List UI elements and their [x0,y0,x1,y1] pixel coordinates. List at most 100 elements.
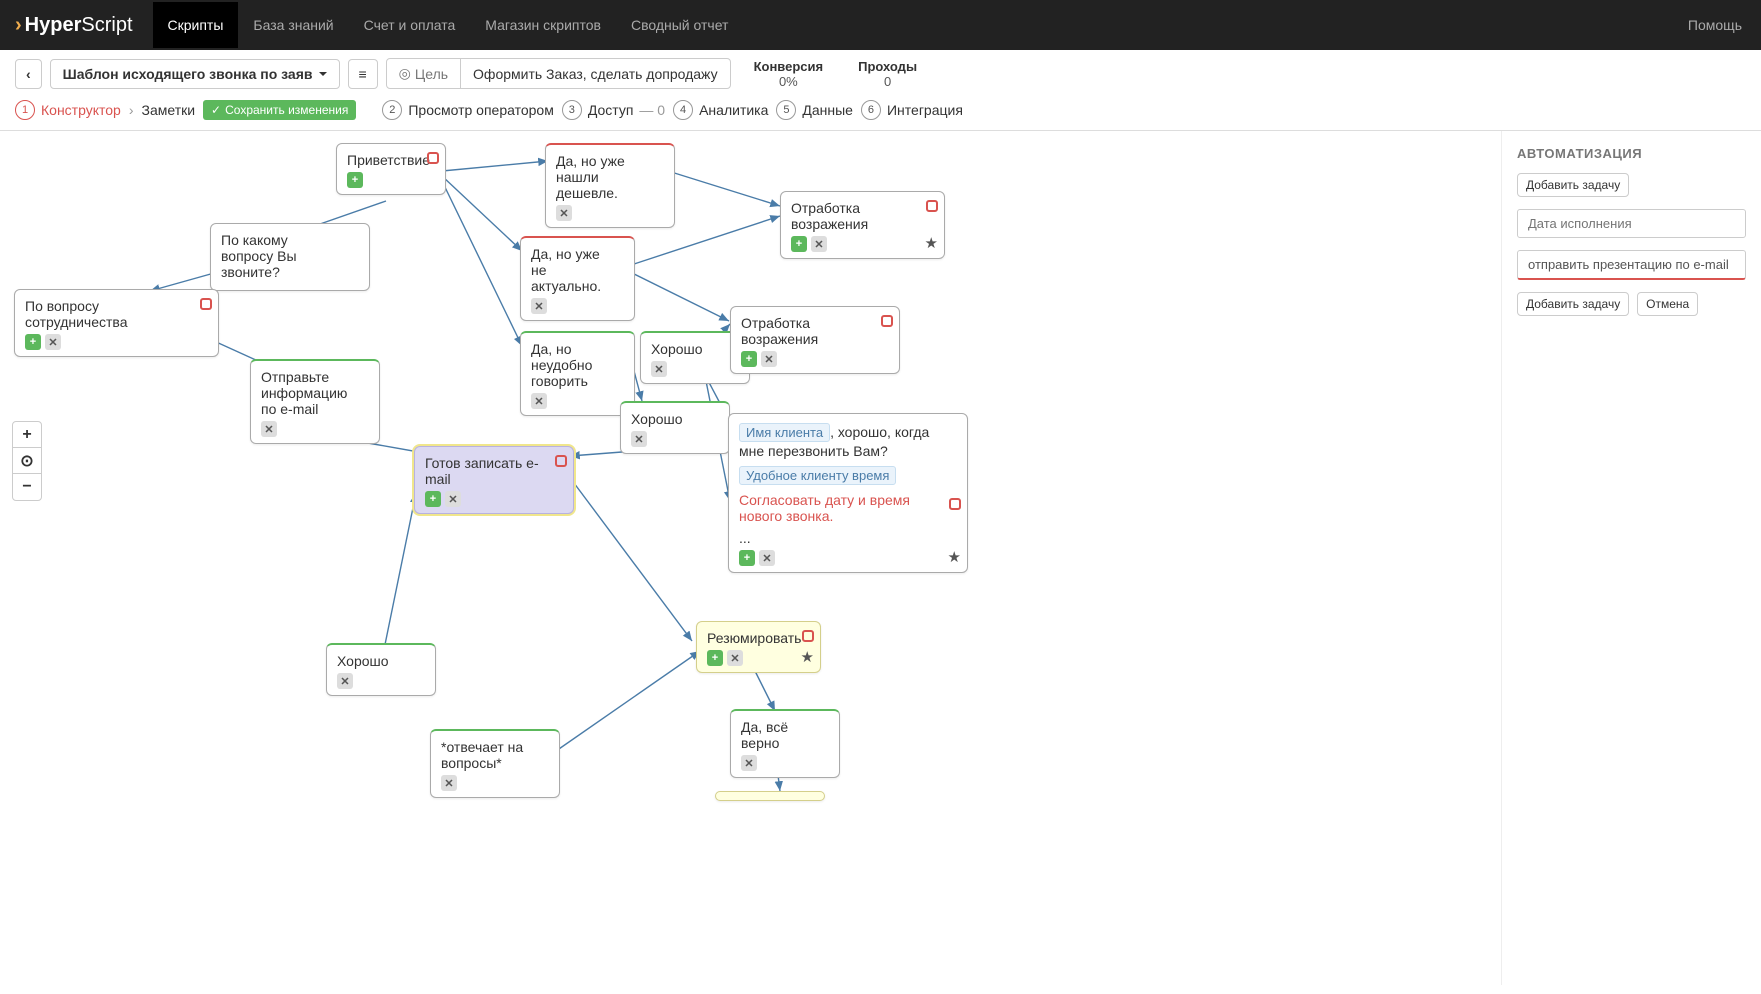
goal-marker-icon[interactable] [949,498,961,510]
node-title: Да, но уже не актуально. [531,246,624,294]
node-title: Отработка возражения [741,315,889,347]
automation-panel: АВТОМАТИЗАЦИЯ Добавить задачу Добавить з… [1501,131,1761,985]
node-partial[interactable] [715,791,825,801]
zoom-out-button[interactable]: − [13,474,41,500]
delete-button[interactable]: ✕ [631,431,647,447]
menu-button[interactable]: ≡ [348,59,378,89]
node-title: Отправьте информацию по e-mail [261,369,369,417]
node-title: Хорошо [337,653,425,669]
delete-button[interactable]: ✕ [261,421,277,437]
delete-button[interactable]: ✕ [337,673,353,689]
add-child-button[interactable]: + [347,172,363,188]
nav-summary-report[interactable]: Сводный отчет [616,2,743,48]
delete-button[interactable]: ✕ [811,236,827,252]
node-send-email[interactable]: Отправьте информацию по e-mail ✕ [250,359,380,444]
node-ok-3[interactable]: Хорошо ✕ [326,643,436,696]
add-child-button[interactable]: + [425,491,441,507]
step-operator-preview[interactable]: 2Просмотр оператором [382,100,553,120]
goal-marker-icon[interactable] [926,200,938,212]
step-integration[interactable]: 6Интеграция [861,100,963,120]
node-cooperation[interactable]: По вопросу сотрудничества +✕ [14,289,219,357]
cancel-button[interactable]: Отмена [1637,292,1698,316]
check-icon: ✓ [211,103,221,117]
goal-marker-icon[interactable] [555,455,567,467]
node-which-question[interactable]: По какому вопросу Вы звоните? [210,223,370,291]
node-ok-2[interactable]: Хорошо ✕ [620,401,730,454]
goal-marker-icon[interactable] [200,298,212,310]
star-icon[interactable]: ★ [801,648,814,666]
step-access[interactable]: 3Доступ — 0 [562,100,665,120]
node-answers[interactable]: *отвечает на вопросы* ✕ [430,729,560,798]
stat-passes: Проходы 0 [858,59,917,89]
sub-navigation: 1Конструктор › Заметки ✓Сохранить измене… [0,98,1761,131]
add-child-button[interactable]: + [25,334,41,350]
delete-button[interactable]: ✕ [727,650,743,666]
add-child-button[interactable]: + [707,650,723,666]
node-title: Приветствие [347,152,435,168]
goal-group: ◎ Цель Оформить Заказ, сделать допродажу [386,58,731,89]
goal-label-button[interactable]: ◎ Цель [387,59,461,88]
logo[interactable]: › HyperScript [15,14,133,37]
target-icon: ◎ [399,65,411,82]
node-title: По вопросу сотрудничества [25,298,208,330]
variable-client-name[interactable]: Имя клиента [739,423,830,442]
delete-button[interactable]: ✕ [759,550,775,566]
node-found-cheaper[interactable]: Да, но уже нашли дешевле. ✕ [545,143,675,228]
canvas[interactable]: + ⊙ − [0,131,1761,985]
nav-script-store[interactable]: Магазин скриптов [470,2,616,48]
node-body: Имя клиента, хорошо, когда мне перезвони… [739,422,957,546]
node-title: *отвечает на вопросы* [441,739,549,771]
stat-conversion: Конверсия 0% [754,59,824,89]
delete-button[interactable]: ✕ [531,298,547,314]
step-constructor[interactable]: 1Конструктор [15,100,121,120]
delete-button[interactable]: ✕ [45,334,61,350]
delete-button[interactable]: ✕ [651,361,667,377]
node-greeting[interactable]: Приветствие + [336,143,446,195]
delete-button[interactable]: ✕ [741,755,757,771]
stats: Конверсия 0% Проходы 0 [754,59,917,89]
save-changes-button[interactable]: ✓Сохранить изменения [203,100,356,120]
add-child-button[interactable]: + [739,550,755,566]
nav-scripts[interactable]: Скрипты [153,2,239,48]
panel-title: АВТОМАТИЗАЦИЯ [1517,146,1746,161]
task-date-input[interactable] [1517,209,1746,238]
nav-knowledge-base[interactable]: База знаний [238,2,348,48]
delete-button[interactable]: ✕ [761,351,777,367]
goal-marker-icon[interactable] [802,630,814,642]
add-child-button[interactable]: + [741,351,757,367]
node-callback-dialog[interactable]: Имя клиента, хорошо, когда мне перезвони… [728,413,968,573]
script-toolbar: ‹ Шаблон исходящего звонка по заяв ≡ ◎ Ц… [0,50,1761,98]
zoom-center-button[interactable]: ⊙ [13,448,41,474]
back-button[interactable]: ‹ [15,59,42,89]
star-icon[interactable]: ★ [948,548,961,566]
script-title-dropdown[interactable]: Шаблон исходящего звонка по заяв [50,59,340,89]
node-objection-1[interactable]: Отработка возражения +✕ ★ [780,191,945,259]
nav-billing[interactable]: Счет и оплата [349,2,471,48]
node-summarize[interactable]: Резюмировать +✕ ★ [696,621,821,673]
goal-marker-icon[interactable] [881,315,893,327]
help-dropdown[interactable]: Помощь [1688,17,1746,33]
top-navbar: › HyperScript Скрипты База знаний Счет и… [0,0,1761,50]
node-ready-email[interactable]: Готов записать e-mail +✕ [414,446,574,514]
node-title: Готов записать e-mail [425,455,563,487]
step-data[interactable]: 5Данные [776,100,853,120]
goal-text[interactable]: Оформить Заказ, сделать допродажу [461,59,730,88]
node-bad-time[interactable]: Да, но неудобно говорить ✕ [520,331,635,416]
node-yes-correct[interactable]: Да, всё верно ✕ [730,709,840,778]
delete-button[interactable]: ✕ [445,491,461,507]
task-text-input[interactable] [1517,250,1746,280]
node-not-relevant[interactable]: Да, но уже не актуально. ✕ [520,236,635,321]
goal-marker-icon[interactable] [427,152,439,164]
delete-button[interactable]: ✕ [441,775,457,791]
add-task-button-top[interactable]: Добавить задачу [1517,173,1629,197]
variable-client-time[interactable]: Удобное клиенту время [739,466,896,485]
delete-button[interactable]: ✕ [556,205,572,221]
step-analytics[interactable]: 4Аналитика [673,100,768,120]
add-task-button-bottom[interactable]: Добавить задачу [1517,292,1629,316]
zoom-in-button[interactable]: + [13,422,41,448]
star-icon[interactable]: ★ [925,234,938,252]
delete-button[interactable]: ✕ [531,393,547,409]
breadcrumb-notes[interactable]: Заметки [142,102,196,118]
node-objection-2[interactable]: Отработка возражения +✕ [730,306,900,374]
add-child-button[interactable]: + [791,236,807,252]
